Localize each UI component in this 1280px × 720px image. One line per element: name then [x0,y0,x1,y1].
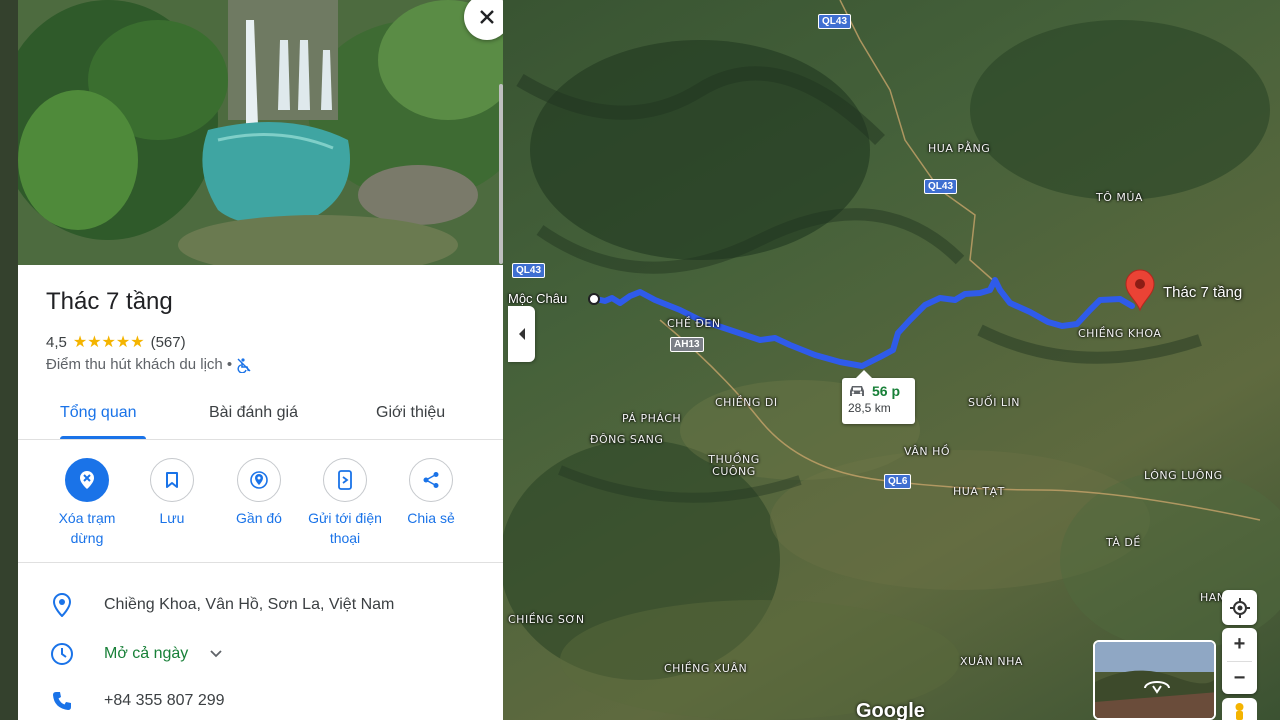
star-rating-icon: ★★★★★ [72,334,145,351]
road-shield: QL43 [924,179,958,194]
nearby-icon [250,471,268,489]
map-place-label: TÀ DỀ [1106,536,1141,549]
share-icon [423,472,439,488]
route-info-callout[interactable]: 56 p 28,5 km [842,370,915,424]
map-place-label: CHIỀNG DI [715,396,778,409]
action-label: Gửi tới điện thoại [308,510,382,546]
remove-stop-button[interactable]: Xóa trạm dừng [42,458,132,548]
road-shield: QL6 [884,474,912,489]
place-title: Thác 7 tầng [46,288,173,315]
phone-icon [53,692,71,710]
send-to-phone-button[interactable]: Gửi tới điện thoại [300,458,390,548]
rating-row[interactable]: 4,5 ★★★★★ (567) [46,332,186,352]
origin-label[interactable]: Mộc Châu [508,291,567,306]
route-duration: 56 p [872,383,901,399]
map-place-label: HUA PẰNG [928,142,991,155]
save-button[interactable]: Lưu [127,458,217,528]
close-icon [480,10,494,24]
action-label: Xóa trạm dừng [58,510,116,546]
car-icon [850,386,864,396]
map-place-label: HUA TẠT [953,485,1005,498]
road-shield: AH13 [670,337,704,352]
tab-about[interactable]: Giới thiệu [376,404,445,422]
not-wheelchair-accessible-icon[interactable] [236,357,252,373]
address-text: Chiềng Khoa, Vân Hồ, Sơn La, Việt Nam [104,596,395,613]
panel-scrollbar[interactable] [499,84,503,264]
map-place-label: CHIỀNG SƠN [508,613,585,626]
tab-reviews[interactable]: Bài đánh giá [209,404,298,422]
map-place-label: VÂN HỒ [904,445,951,458]
origin-marker[interactable] [588,293,600,305]
map-place-label: TÔ MÚA [1096,191,1143,204]
active-tab-indicator [60,436,146,439]
open-hours-text: Mở cả ngày [104,645,189,662]
map-place-label: SUỐI LIN [968,396,1021,409]
remove-stop-icon [80,471,94,489]
nearby-button[interactable]: Gần đó [214,458,304,528]
google-attribution: Google [856,700,925,720]
map-place-label: CHIỀNG KHOA [1078,327,1162,340]
crosshair-icon [1229,597,1250,618]
chevron-down-icon[interactable] [210,647,222,661]
map-place-label: XUÂN NHA [960,655,1023,668]
place-category: Điểm thu hút khách du lịch • [46,356,233,373]
app-root: QL43 QL43 QL43 AH13 QL6 HUA PẰNG TÔ MÚA … [0,0,1280,720]
chevron-left-icon [518,328,525,340]
place-hero-photo[interactable] [18,0,503,265]
place-tabs: Tổng quan Bài đánh giá Giới thiệu [18,392,503,440]
phone-row[interactable]: +84 355 807 299 [18,681,503,720]
road-shield: QL43 [512,263,546,278]
section-divider [18,562,503,563]
place-details-panel: Thác 7 tầng 4,5 ★★★★★ (567) Điểm thu hút… [18,0,503,720]
zoom-controls: + − [1222,628,1257,694]
hours-row[interactable]: Mở cả ngày [18,634,503,674]
action-label: Gần đó [236,510,282,526]
map-place-label: ĐÔNG SANG [590,433,664,446]
review-count[interactable]: (567) [151,334,186,351]
map-place-label: CHỀ ĐEN [667,317,721,330]
street-view-thumbnail[interactable] [1093,640,1216,720]
category-row: Điểm thu hút khách du lịch • [46,356,252,373]
road-shield: QL43 [818,14,852,29]
send-to-phone-icon [338,470,352,490]
map-edge-strip [0,0,18,720]
my-location-button[interactable] [1222,590,1257,625]
destination-label[interactable]: Thác 7 tầng [1163,284,1242,301]
share-button[interactable]: Chia sẻ [386,458,476,528]
action-label: Lưu [159,510,185,526]
rating-value: 4,5 [46,333,67,351]
zoom-out-button[interactable]: − [1222,662,1257,695]
clock-icon [51,643,73,665]
street-view-preview-image [1095,642,1214,718]
location-pin-icon [53,593,71,617]
map-place-label: CHIỀNG XUÂN [664,662,748,675]
address-row[interactable]: Chiềng Khoa, Vân Hồ, Sơn La, Việt Nam [18,585,503,625]
phone-number: +84 355 807 299 [104,692,225,709]
tab-overview[interactable]: Tổng quan [60,404,137,422]
map-place-label: PÁ PHÁCH [622,412,682,425]
zoom-in-button[interactable]: + [1222,628,1257,661]
waterfall-photo [18,0,503,265]
pegman-icon[interactable] [1222,698,1257,720]
map-place-label: THUỒNG CUÔNG [708,453,760,478]
collapse-panel-button[interactable] [508,306,535,362]
map-place-label: LÓNG LUÔNG [1144,469,1223,482]
route-distance: 28,5 km [848,401,891,415]
action-label: Chia sẻ [407,510,455,526]
bookmark-icon [166,472,178,488]
